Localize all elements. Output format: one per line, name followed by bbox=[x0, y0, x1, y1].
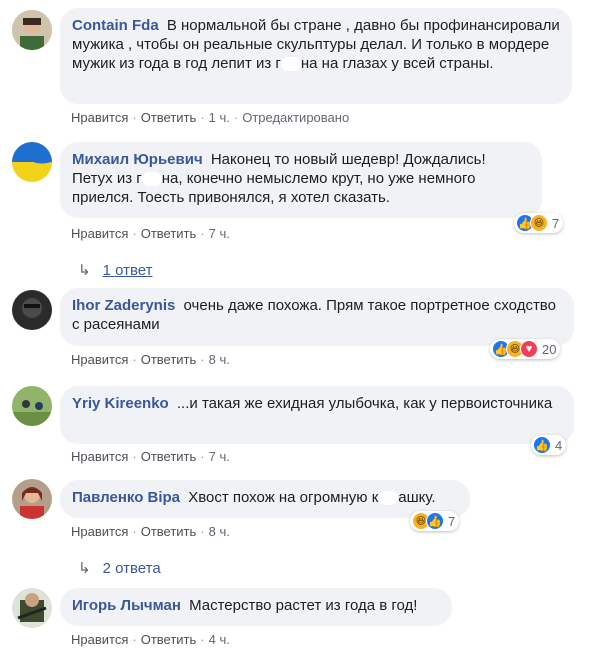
comment-bubble: Ihor Zaderynis очень даже похожа. Прям т… bbox=[60, 288, 574, 346]
avatar[interactable] bbox=[12, 479, 52, 519]
comment-bubble: Павленко Віра Хвост похож на огромную к а… bbox=[60, 480, 470, 518]
view-replies-link[interactable]: ↳ 1 ответ bbox=[78, 261, 153, 279]
timestamp[interactable]: 1 ч. bbox=[209, 110, 230, 125]
like-reaction-icon: 👍 bbox=[533, 436, 551, 454]
reply-link[interactable]: Ответить bbox=[141, 110, 197, 125]
reactions-summary[interactable]: 😆 👍 7 bbox=[410, 511, 460, 531]
timestamp[interactable]: 7 ч. bbox=[209, 226, 230, 241]
redaction-blob bbox=[280, 57, 301, 72]
reply-link[interactable]: Ответить bbox=[141, 449, 197, 464]
reply-link[interactable]: Ответить bbox=[141, 226, 197, 241]
like-link[interactable]: Нравится bbox=[71, 632, 128, 647]
reaction-count: 7 bbox=[448, 513, 456, 529]
redaction-blob bbox=[141, 172, 162, 187]
like-link[interactable]: Нравится bbox=[71, 226, 128, 241]
avatar[interactable] bbox=[12, 10, 52, 50]
reaction-count: 7 bbox=[552, 215, 560, 231]
comment-bubble: Игорь Лычман Мастерство растет из года в… bbox=[60, 588, 452, 626]
comment-bubble: Contain Fda В нормальной бы стране , дав… bbox=[60, 8, 572, 104]
like-reaction-icon: 👍 bbox=[426, 512, 444, 530]
comment-text: Хвост похож на огромную к bbox=[188, 489, 379, 506]
comment-text: ...и такая же ехидная улыбочка, как у пе… bbox=[176, 395, 553, 412]
comment-author[interactable]: Игорь Лычман bbox=[72, 597, 181, 614]
comment-actions: Нравится · Ответить · 7 ч. bbox=[71, 226, 230, 241]
reply-arrow-icon: ↳ bbox=[78, 262, 91, 279]
timestamp[interactable]: 8 ч. bbox=[209, 352, 230, 367]
haha-reaction-icon: 😆 bbox=[530, 214, 548, 232]
view-replies-link[interactable]: ↳ 2 ответа bbox=[78, 559, 161, 577]
timestamp[interactable]: 7 ч. bbox=[209, 449, 230, 464]
like-link[interactable]: Нравится bbox=[71, 524, 128, 539]
avatar[interactable] bbox=[12, 142, 52, 182]
redaction-blob bbox=[378, 491, 399, 506]
comment-text-continued: на на глазах у всей страны. bbox=[300, 55, 494, 72]
comment-bubble: Михаил Юрьевич Наконец то новый шедевр! … bbox=[60, 142, 542, 218]
reply-link[interactable]: Ответить bbox=[141, 352, 197, 367]
avatar[interactable] bbox=[12, 588, 52, 628]
love-reaction-icon: ♥ bbox=[520, 340, 538, 358]
comment-actions: Нравится · Ответить · 8 ч. bbox=[71, 524, 230, 539]
comment-actions: Нравится · Ответить · 1 ч. · Отредактировано bbox=[71, 110, 350, 125]
comment-text-continued: ашку. bbox=[398, 489, 436, 506]
comment-author[interactable]: Павленко Віра bbox=[72, 489, 180, 506]
comment-actions: Нравится · Ответить · 4 ч. bbox=[71, 632, 230, 647]
reactions-summary[interactable]: 👍 4 bbox=[531, 435, 567, 455]
comment-actions: Нравится · Ответить · 8 ч. bbox=[71, 352, 230, 367]
comment-bubble: Yriy Kireenko ...и такая же ехидная улыб… bbox=[60, 386, 574, 444]
comment-author[interactable]: Ihor Zaderynis bbox=[72, 297, 175, 314]
timestamp[interactable]: 8 ч. bbox=[209, 524, 230, 539]
comment-author[interactable]: Yriy Kireenko bbox=[72, 395, 169, 412]
reactions-summary[interactable]: 👍 😆 ♥ 20 bbox=[490, 339, 561, 359]
reply-arrow-icon: ↳ bbox=[78, 560, 91, 577]
avatar[interactable] bbox=[12, 290, 52, 330]
like-link[interactable]: Нравится bbox=[71, 352, 128, 367]
reactions-summary[interactable]: 👍 😆 7 bbox=[514, 213, 564, 233]
reply-link[interactable]: Ответить bbox=[141, 632, 197, 647]
comment-text: Мастерство растет из года в год! bbox=[189, 597, 418, 614]
avatar[interactable] bbox=[12, 386, 52, 426]
comment-author[interactable]: Contain Fda bbox=[72, 17, 159, 34]
like-link[interactable]: Нравится bbox=[71, 449, 128, 464]
comment-actions: Нравится · Ответить · 7 ч. bbox=[71, 449, 230, 464]
like-link[interactable]: Нравится bbox=[71, 110, 128, 125]
reaction-count: 20 bbox=[542, 341, 557, 357]
reaction-count: 4 bbox=[555, 437, 563, 453]
reply-link[interactable]: Ответить bbox=[141, 524, 197, 539]
comment-author[interactable]: Михаил Юрьевич bbox=[72, 151, 203, 168]
edited-label: Отредактировано bbox=[242, 110, 350, 125]
timestamp[interactable]: 4 ч. bbox=[209, 632, 230, 647]
